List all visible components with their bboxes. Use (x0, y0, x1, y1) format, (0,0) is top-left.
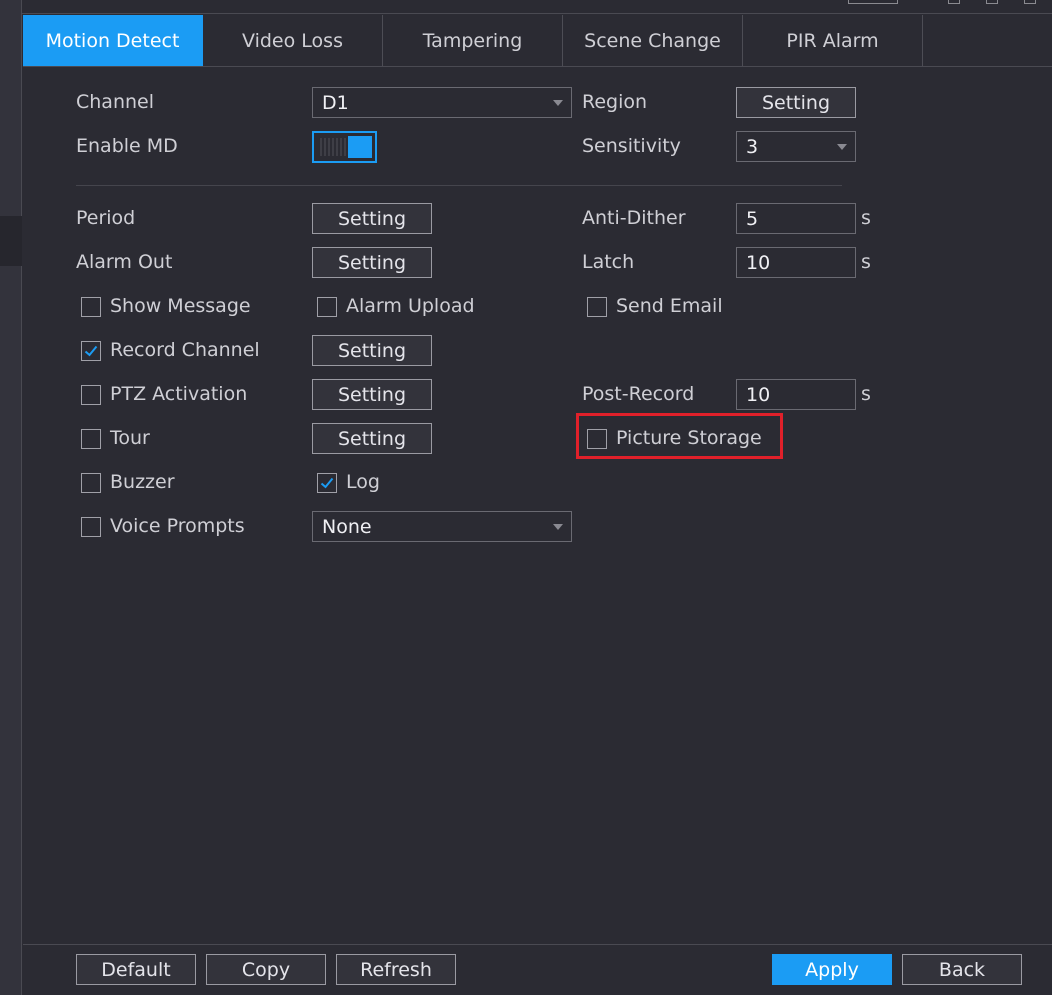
post-record-label: Post-Record (582, 383, 695, 405)
left-sidebar-edge (0, 0, 22, 995)
sensitivity-label: Sensitivity (582, 135, 681, 157)
toolbar-icon-3[interactable] (1024, 0, 1036, 4)
enable-md-label: Enable MD (76, 135, 178, 157)
latch-label: Latch (582, 251, 635, 273)
record-channel-label: Record Channel (110, 339, 260, 361)
tour-checkbox[interactable] (81, 429, 101, 449)
voice-prompts-checkbox[interactable] (81, 517, 101, 537)
tab-motion-detect[interactable]: Motion Detect (23, 15, 203, 66)
alarm-upload-checkbox[interactable] (317, 297, 337, 317)
tab-bar-divider (23, 66, 1052, 67)
checkmark-icon (84, 345, 98, 357)
voice-prompts-select[interactable]: None (312, 511, 572, 542)
copy-button[interactable]: Copy (206, 954, 326, 985)
channel-select-value: D1 (322, 91, 349, 114)
default-button[interactable]: Default (76, 954, 196, 985)
send-email-label: Send Email (616, 295, 723, 317)
toggle-knob (348, 136, 372, 158)
buzzer-checkbox[interactable] (81, 473, 101, 493)
checkmark-icon (320, 477, 334, 489)
sensitivity-select[interactable]: 3 (736, 131, 856, 162)
show-message-checkbox[interactable] (81, 297, 101, 317)
channel-select[interactable]: D1 (312, 87, 572, 118)
ptz-activation-checkbox[interactable] (81, 385, 101, 405)
post-record-input[interactable]: 10 (736, 379, 856, 410)
apply-button[interactable]: Apply (772, 954, 892, 985)
channel-label: Channel (76, 91, 155, 113)
region-setting-button[interactable]: Setting (736, 87, 856, 118)
period-setting-button[interactable]: Setting (312, 203, 432, 234)
chevron-down-icon (553, 524, 563, 530)
region-label: Region (582, 91, 648, 113)
picture-storage-label: Picture Storage (616, 427, 762, 449)
show-message-label: Show Message (110, 295, 251, 317)
toolbar-button[interactable] (848, 0, 898, 4)
alarm-out-label: Alarm Out (76, 251, 173, 273)
top-toolbar-icons (848, 0, 1052, 6)
chevron-down-icon (553, 100, 563, 106)
tab-pir-alarm[interactable]: PIR Alarm (743, 15, 923, 66)
enable-md-toggle[interactable] (312, 131, 377, 163)
anti-dither-label: Anti-Dither (582, 207, 686, 229)
latch-input[interactable]: 10 (736, 247, 856, 278)
log-checkbox[interactable] (317, 473, 337, 493)
refresh-button[interactable]: Refresh (336, 954, 456, 985)
send-email-checkbox[interactable] (587, 297, 607, 317)
record-channel-checkbox[interactable] (81, 341, 101, 361)
buzzer-label: Buzzer (110, 471, 175, 493)
tour-setting-button[interactable]: Setting (312, 423, 432, 454)
top-toolbar (22, 0, 1052, 14)
record-channel-setting-button[interactable]: Setting (312, 335, 432, 366)
latch-unit: s (861, 251, 871, 273)
toolbar-icon-2[interactable] (986, 0, 998, 4)
tab-scene-change[interactable]: Scene Change (563, 15, 743, 66)
period-label: Period (76, 207, 136, 229)
sidebar-selected-marker (0, 216, 22, 266)
anti-dither-unit: s (861, 207, 871, 229)
toolbar-icon-1[interactable] (948, 0, 960, 4)
voice-prompts-select-value: None (322, 515, 372, 538)
ptz-setting-button[interactable]: Setting (312, 379, 432, 410)
post-record-unit: s (861, 383, 871, 405)
toggle-track (320, 138, 346, 156)
tab-tampering[interactable]: Tampering (383, 15, 563, 66)
footer-divider (23, 944, 1052, 945)
alarm-out-setting-button[interactable]: Setting (312, 247, 432, 278)
picture-storage-checkbox[interactable] (587, 429, 607, 449)
anti-dither-input[interactable]: 5 (736, 203, 856, 234)
tour-label: Tour (110, 427, 150, 449)
tab-video-loss[interactable]: Video Loss (203, 15, 383, 66)
voice-prompts-label: Voice Prompts (110, 515, 245, 537)
section-divider (76, 185, 842, 186)
log-label: Log (346, 471, 380, 493)
chevron-down-icon (837, 144, 847, 150)
back-button[interactable]: Back (902, 954, 1022, 985)
ptz-activation-label: PTZ Activation (110, 383, 248, 405)
tab-bar: Motion Detect Video Loss Tampering Scene… (23, 15, 923, 66)
sensitivity-select-value: 3 (746, 135, 759, 158)
alarm-upload-label: Alarm Upload (346, 295, 475, 317)
